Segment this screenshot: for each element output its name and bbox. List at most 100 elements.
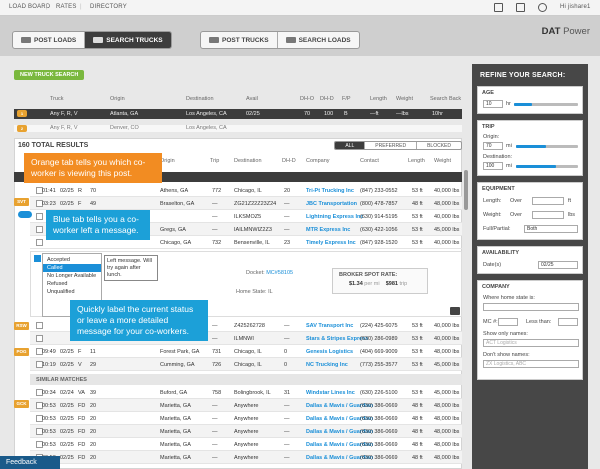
- cell-t: 03:23: [42, 201, 56, 207]
- table-row[interactable]: 00:5302/25FD20Marietta, GA—Anywhere—Dall…: [30, 425, 462, 438]
- cell-co[interactable]: SAV Transport Inc: [306, 323, 353, 329]
- row-checkbox[interactable]: [36, 335, 43, 342]
- cell-dd: —: [284, 403, 290, 409]
- user-greeting[interactable]: Hi jishare1: [560, 4, 591, 10]
- cell-co[interactable]: MTR Express Inc: [306, 227, 350, 233]
- note-textarea[interactable]: Left message. Will try again after lunch…: [104, 255, 158, 281]
- table-row[interactable]: 00:5302/25FD20Marietta, GA—Anywhere—Dall…: [30, 412, 462, 425]
- origin-dh-slider[interactable]: [516, 145, 578, 148]
- filter-all[interactable]: ALL: [335, 142, 366, 149]
- full-partial-select[interactable]: Both: [524, 225, 578, 233]
- tab-search-loads[interactable]: SEARCH LOADS: [278, 32, 359, 48]
- cell-o: Gregs, GA: [160, 227, 186, 233]
- home-state-select[interactable]: [483, 303, 579, 311]
- show-names-input[interactable]: ACT Logistics: [483, 339, 579, 347]
- weight-input[interactable]: [532, 211, 564, 219]
- cell-eq: V: [78, 362, 82, 368]
- dest-dh-input[interactable]: 100: [483, 162, 503, 170]
- cell-eq: R: [78, 188, 82, 194]
- row-checkbox[interactable]: [36, 213, 43, 220]
- briefcase-icon[interactable]: [516, 3, 525, 12]
- coworker-tag[interactable]: SVT: [14, 198, 29, 206]
- cell-eq: FD: [78, 416, 86, 422]
- table-row[interactable]: 01:41 02/25 R 70 Athens, GA 772 Chicago, IL 20 T…: [30, 184, 462, 197]
- cell-t: 01:41: [42, 188, 56, 194]
- table-row[interactable]: 03:23 02/25 F 49 Braselton, GA — ZG21Z22Z23Z24…: [30, 197, 462, 210]
- tab-search-trucks[interactable]: SEARCH TRUCKS: [85, 32, 171, 48]
- cell-co[interactable]: NC Trucking Inc: [306, 362, 348, 368]
- similar-matches-header: SIMILAR MATCHES: [30, 374, 462, 385]
- feedback-button[interactable]: Feedback: [0, 456, 60, 469]
- cell-co[interactable]: Windstar Lines Inc: [306, 390, 355, 396]
- mc-less-than-input[interactable]: [558, 318, 578, 326]
- tab-post-loads[interactable]: POST LOADS: [13, 32, 86, 48]
- status-dropdown-toggle[interactable]: [34, 255, 41, 262]
- table-row[interactable]: 00:5302/25FD20Marietta, GA—Anywhere—Dall…: [30, 438, 462, 451]
- row-checkbox[interactable]: [36, 226, 43, 233]
- dont-show-names-input[interactable]: ZX Logistics, ABC: [483, 360, 579, 368]
- coworker-tag[interactable]: POG: [14, 348, 29, 356]
- cell-d: 02/25: [60, 403, 74, 409]
- cell-dest: ILMNWI: [234, 336, 254, 342]
- saved-search-row[interactable]: 1 Any F, R, V Atlanta, GA Los Angeles, CA…: [14, 109, 462, 119]
- nav-load-board[interactable]: LOAD BOARD: [9, 4, 50, 10]
- saved-search-row[interactable]: 2 Any F, R, V Denver, CO Los Angeles, CA: [14, 125, 462, 132]
- status-option[interactable]: Accepted: [43, 256, 101, 264]
- filter-blocked[interactable]: BLOCKED: [417, 142, 461, 149]
- cell-eq: FD: [78, 403, 86, 409]
- equipment-panel: EQUIPMENT Length: Over ft Weight: Over l…: [477, 182, 583, 240]
- new-truck-search-button[interactable]: NEW TRUCK SEARCH: [14, 70, 85, 80]
- table-row[interactable]: 00:34 02/24 VA 39 Buford, GA 758 Bolingbrook, …: [30, 386, 462, 399]
- cell-trip: —: [212, 403, 218, 409]
- status-option[interactable]: Refused: [43, 280, 101, 288]
- cell-co[interactable]: JBC Transportation: [306, 201, 357, 207]
- status-option-selected[interactable]: Called: [43, 264, 101, 272]
- cell-co[interactable]: Genesis Logistics: [306, 349, 353, 355]
- docket-line: Docket: MC#58105: [246, 270, 294, 276]
- cell-trip: —: [212, 442, 218, 448]
- messages-icon[interactable]: [494, 3, 503, 12]
- cell-dd: 23: [284, 240, 291, 246]
- nav-rates[interactable]: RATES: [56, 4, 77, 10]
- table-row[interactable]: 09:49 02/25 F 11 Forest Park, GA 731 Chicago, …: [30, 345, 462, 358]
- table-row[interactable]: 00:5302/25FD20Marietta, GA—Anywhere—Dall…: [30, 399, 462, 412]
- cell-co[interactable]: Timely Express Inc: [306, 240, 356, 246]
- cell-o: Buford, GA: [160, 390, 188, 396]
- row-checkbox[interactable]: [36, 322, 43, 329]
- cell-dh: 70: [90, 188, 97, 194]
- table-row[interactable]: 10:19 02/25 V 29 Cumming, GA 726 Chicago, IL 0 N…: [30, 358, 462, 371]
- results-scrollbar[interactable]: [464, 170, 468, 210]
- search-table-header: Truck Origin Destination Avail DH-O DH-D…: [50, 96, 462, 102]
- row-checkbox[interactable]: [36, 239, 43, 246]
- tab-post-trucks[interactable]: POST TRUCKS: [201, 32, 278, 48]
- status-option[interactable]: Unqualified: [43, 288, 101, 296]
- age-slider[interactable]: [514, 103, 578, 106]
- cell-t: 00:53: [42, 403, 56, 409]
- help-icon[interactable]: [538, 3, 547, 12]
- message-tab[interactable]: [18, 211, 32, 218]
- table-row[interactable]: 00:5302/25FD20Marietta, GA—Anywhere—Dall…: [30, 451, 462, 464]
- length-input[interactable]: [532, 197, 564, 205]
- cell-dest: Bolingbrook, IL: [234, 390, 271, 396]
- mc-input[interactable]: [498, 318, 518, 326]
- cell-dd: —: [284, 416, 290, 422]
- cell-dd: 20: [284, 188, 291, 194]
- availability-date-input[interactable]: 02/25: [538, 261, 578, 269]
- status-option[interactable]: No Longer Available: [43, 272, 101, 280]
- coworker-tag[interactable]: GCK: [14, 400, 29, 408]
- cell-o: Marietta, GA: [160, 442, 191, 448]
- coworker-tag[interactable]: RSW: [14, 322, 29, 330]
- cell-len: 53 ft: [412, 362, 423, 368]
- origin-dh-input[interactable]: 70: [483, 142, 503, 150]
- cell-o: Chicago, GA: [160, 240, 192, 246]
- print-icon[interactable]: [450, 307, 460, 315]
- cell-co[interactable]: Tri-Pt Trucking Inc: [306, 188, 354, 194]
- cell-d: 02/25: [60, 429, 74, 435]
- nav-directory[interactable]: DIRECTORY: [90, 4, 127, 10]
- cell-co[interactable]: Lightning Express Inc: [306, 214, 363, 220]
- filter-preferred[interactable]: PREFERRED: [365, 142, 418, 149]
- dest-dh-slider[interactable]: [516, 165, 578, 168]
- cell-o: Marietta, GA: [160, 403, 191, 409]
- age-input[interactable]: 10: [483, 100, 503, 108]
- tabs-trucks-group: POST TRUCKS SEARCH LOADS: [200, 31, 360, 49]
